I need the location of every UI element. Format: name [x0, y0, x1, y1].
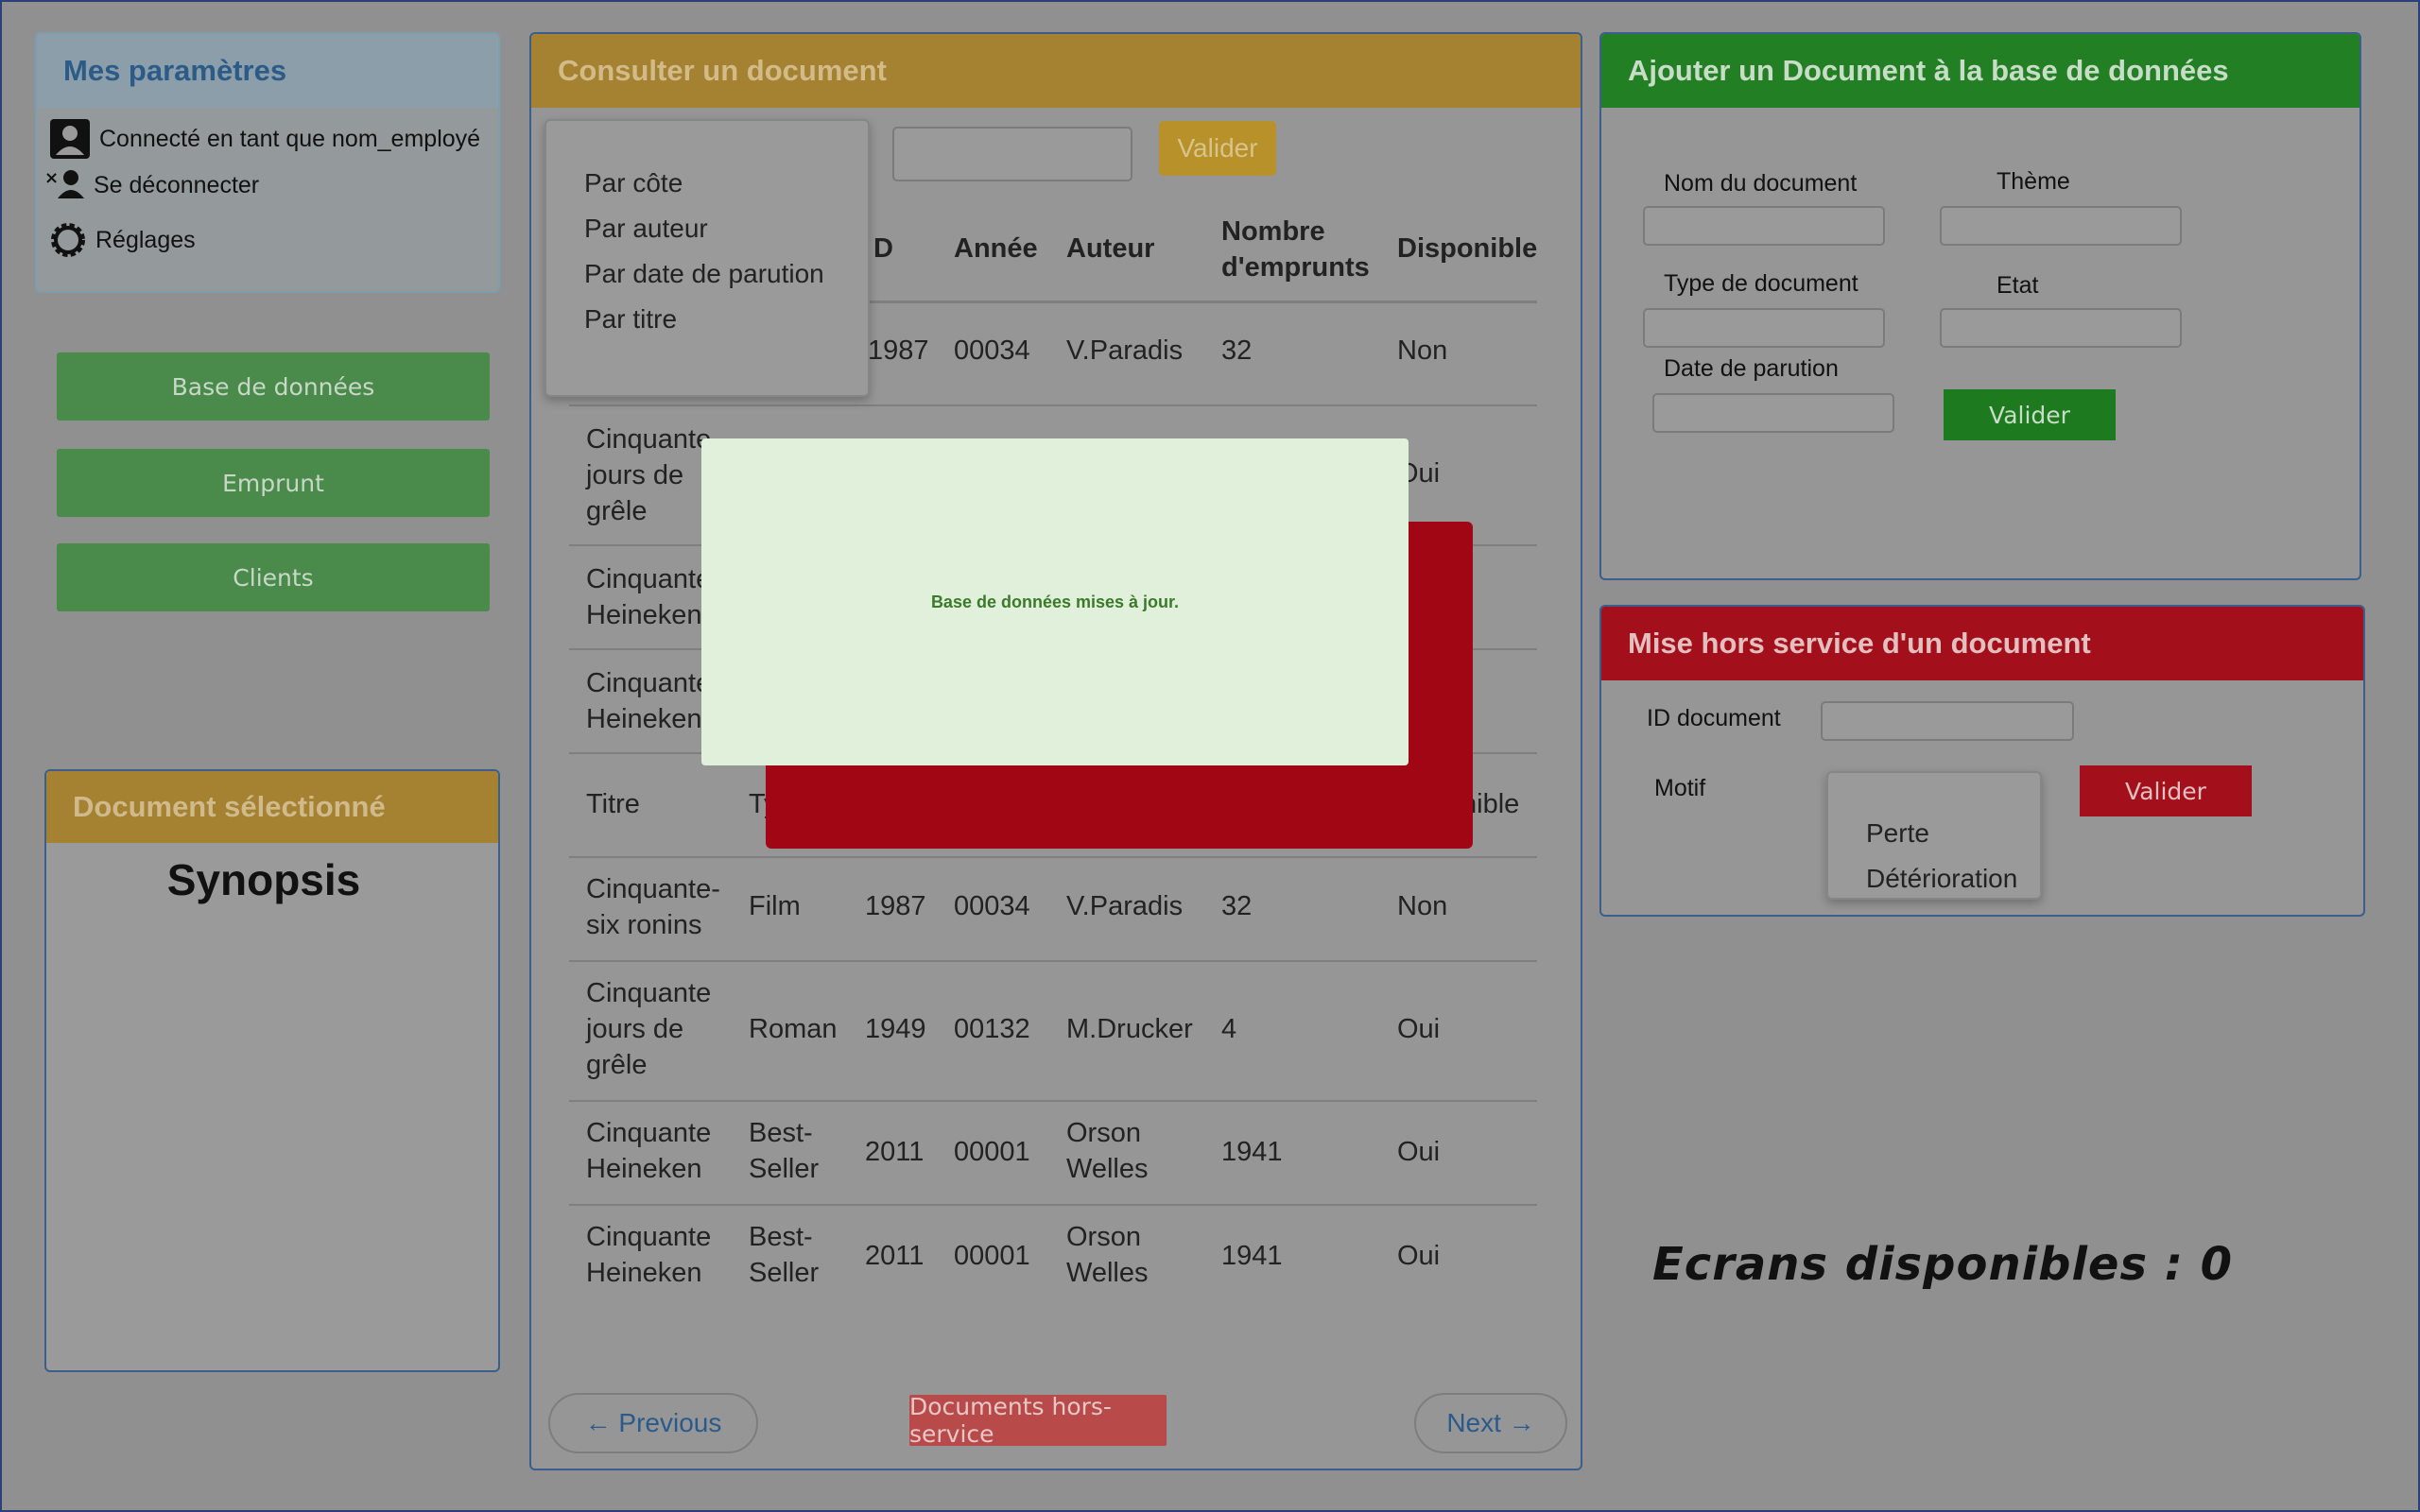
search-validate-button[interactable]: Valider	[1159, 121, 1276, 176]
filter-option-titre[interactable]: Par titre	[584, 304, 677, 335]
next-button[interactable]: Next →	[1414, 1393, 1567, 1453]
synopsis-heading: Synopsis	[166, 855, 361, 904]
cell-type: Film	[749, 891, 801, 921]
out-of-service-button[interactable]: Documents hors-service	[909, 1393, 1167, 1448]
filter-option-auteur[interactable]: Par auteur	[584, 214, 708, 244]
cell-titre: Cinquante-six ronins	[586, 874, 720, 940]
confirmation-modal: Base de données mises à jour.	[701, 438, 1409, 765]
motif-option-perte[interactable]: Perte	[1866, 818, 1929, 849]
logged-in-row: Connecté en tant que nom_employé	[48, 117, 480, 161]
r1-annee: 00034	[954, 335, 1030, 366]
logout-text: Se déconnecter	[94, 171, 260, 198]
id-document-input[interactable]	[1821, 701, 2074, 741]
available-screens-text: Ecrans disponibles : 0	[1652, 1238, 2234, 1291]
cell-disponible: Non	[1397, 891, 1448, 921]
selected-document-title: Document sélectionné	[46, 771, 498, 843]
cell-emprunts: 1941	[1221, 1137, 1283, 1167]
cell-titre: Cinquante jours de grêle	[586, 978, 712, 1080]
borrow-button[interactable]: Emprunt	[57, 449, 490, 517]
cell-type: Roman	[749, 1014, 838, 1044]
svg-text:×: ×	[44, 168, 59, 188]
date-label: Date de parution	[1664, 355, 1839, 382]
r1-id: 1987	[868, 335, 929, 366]
cell-emprunts: 4	[1221, 1014, 1237, 1044]
previous-button[interactable]: ← Previous	[548, 1393, 758, 1453]
out-of-service-panel: Mise hors service d'un document ID docum…	[1599, 605, 2365, 917]
row-divider	[569, 1100, 1537, 1102]
filter-option-cote[interactable]: Par côte	[584, 168, 683, 198]
cell-id: 1987	[865, 891, 926, 921]
r1-emprunts: 32	[1221, 335, 1253, 366]
header2-titre: Titre	[586, 789, 640, 819]
cell-titre: Cinquante Heineken	[586, 1222, 712, 1288]
filter-option-date[interactable]: Par date de parution	[584, 259, 824, 289]
cell-type: Best-Seller	[749, 1222, 820, 1288]
state-input[interactable]	[1940, 308, 2182, 348]
logged-in-text: Connecté en tant que nom_employé	[99, 125, 481, 152]
settings-link[interactable]: Réglages	[46, 218, 196, 262]
header-annee: Année	[954, 233, 1038, 264]
out-of-service-title: Mise hors service d'un document	[1601, 607, 2363, 680]
r1-disponible: Non	[1397, 335, 1448, 366]
cell-emprunts: 1941	[1221, 1241, 1283, 1271]
type-label: Type de document	[1664, 270, 1858, 297]
remove-user-icon: ×	[44, 168, 84, 198]
cell-id: 2011	[865, 1137, 925, 1167]
database-button[interactable]: Base de données	[57, 352, 490, 421]
cell-type: Best-Seller	[749, 1118, 820, 1184]
name-label: Nom du document	[1664, 170, 1858, 197]
clients-button[interactable]: Clients	[57, 543, 490, 611]
selected-document-panel: Document sélectionné Synopsis	[44, 769, 500, 1372]
search-input[interactable]	[892, 127, 1132, 181]
cell-auteur: Orson Welles	[1066, 1222, 1149, 1288]
cell-titre: Cinquante Heineken	[586, 1118, 712, 1184]
motif-dropdown-menu: Perte Détérioration	[1826, 771, 2042, 900]
row-divider	[569, 960, 1537, 962]
settings-text: Réglages	[95, 226, 196, 253]
add-validate-button[interactable]: Valider	[1944, 389, 2116, 440]
theme-input[interactable]	[1940, 206, 2182, 246]
logout-link[interactable]: × Se déconnecter	[44, 166, 259, 204]
cell-emprunts: 32	[1221, 891, 1253, 921]
cell-annee: 00034	[954, 891, 1030, 921]
cell-auteur: V.Paradis	[1066, 891, 1184, 921]
header-id: D	[873, 233, 893, 264]
add-document-panel: Ajouter un Document à la base de données…	[1599, 32, 2361, 580]
cell-auteur: Orson Welles	[1066, 1118, 1149, 1184]
cell-disponible: Oui	[1397, 1241, 1441, 1271]
out-of-service-validate-button[interactable]: Valider	[2080, 765, 2252, 816]
header-disponible: Disponible	[1397, 233, 1538, 264]
cell-annee: 00001	[954, 1241, 1030, 1271]
cell-auteur: M.Drucker	[1066, 1014, 1193, 1044]
name-input[interactable]	[1643, 206, 1885, 246]
consult-title: Consulter un document	[531, 34, 1581, 108]
header-auteur: Auteur	[1066, 233, 1155, 264]
motif-option-deterioration[interactable]: Détérioration	[1866, 864, 2017, 894]
id-document-label: ID document	[1647, 705, 1781, 731]
cell-id: 2011	[865, 1241, 925, 1271]
row-divider	[569, 856, 1537, 858]
settings-title: Mes paramètres	[37, 34, 498, 108]
cell-disponible: Oui	[1397, 1137, 1441, 1167]
cell-annee: 00001	[954, 1137, 1030, 1167]
cell-id: 1949	[865, 1014, 926, 1044]
state-label: Etat	[1996, 272, 2039, 299]
modal-message: Base de données mises à jour.	[930, 592, 1180, 611]
motif-label: Motif	[1654, 775, 1706, 801]
date-input[interactable]	[1652, 393, 1894, 433]
cell-disponible: Oui	[1397, 1014, 1441, 1044]
row-divider	[569, 1204, 1537, 1206]
add-document-title: Ajouter un Document à la base de données	[1601, 34, 2360, 108]
theme-label: Thème	[1996, 168, 2070, 195]
user-icon	[50, 119, 90, 159]
row-divider	[569, 404, 1537, 406]
settings-panel: Mes paramètres Connecté en tant que nom_…	[35, 32, 500, 293]
gear-icon	[51, 223, 85, 257]
filter-dropdown-menu: Par côte Par auteur Par date de parution…	[544, 119, 870, 397]
r1-auteur: V.Paradis	[1066, 335, 1184, 366]
header-emprunts: Nombre d'emprunts	[1221, 216, 1370, 283]
cell-annee: 00132	[954, 1014, 1030, 1044]
type-input[interactable]	[1643, 308, 1885, 348]
